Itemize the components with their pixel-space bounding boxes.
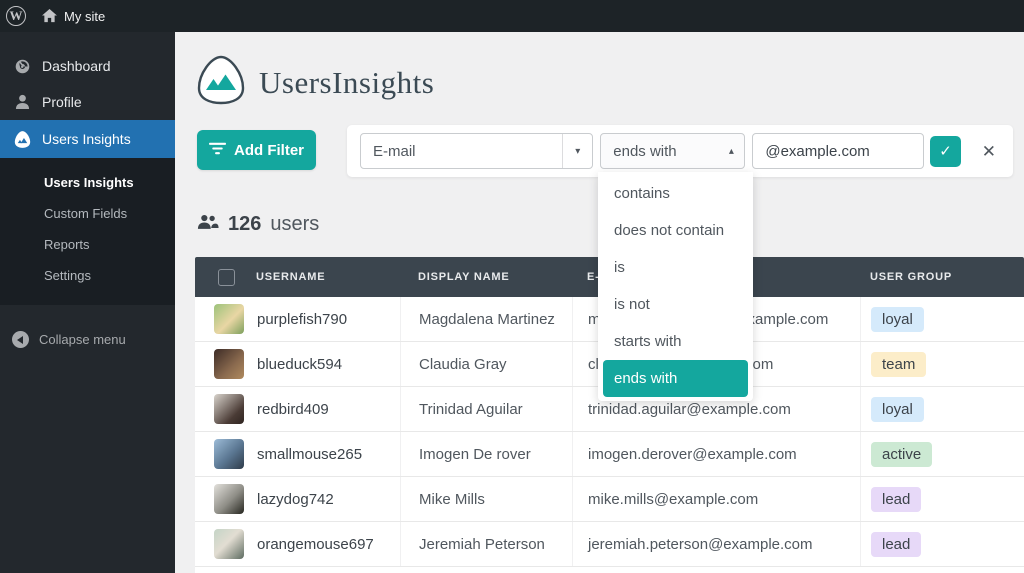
sidebar-item-label: Profile [42, 94, 82, 110]
users-insights-logo-mark [195, 54, 247, 111]
collapse-menu-label: Collapse menu [39, 332, 126, 347]
username-cell: lazydog742 [257, 490, 334, 508]
home-icon [42, 9, 57, 23]
operator-dropdown-menu: contains does not contain is is not star… [598, 172, 753, 401]
avatar [214, 439, 244, 469]
avatar [214, 304, 244, 334]
user-group-badge: team [871, 351, 927, 377]
username-cell: blueduck594 [257, 355, 343, 373]
sidebar-item-label: Users Insights [42, 131, 131, 147]
filter-operator-select[interactable]: ends with ▴ [600, 133, 746, 169]
filter-operator-value: ends with [613, 142, 677, 160]
admin-topbar: W My site [0, 0, 1024, 32]
display-name-cell: Imogen De rover [400, 432, 572, 476]
submenu-item-settings[interactable]: Settings [0, 260, 175, 291]
person-icon [12, 94, 32, 110]
filter-value-input[interactable] [752, 133, 925, 169]
user-group-badge: loyal [871, 306, 924, 332]
dashboard-icon [12, 58, 32, 75]
email-cell: jeremiah.peterson@example.com [572, 522, 860, 566]
dropdown-option-is[interactable]: is [598, 249, 753, 286]
username-cell: redbird409 [257, 400, 329, 418]
users-insights-logo-icon [12, 130, 32, 149]
remove-filter-button[interactable]: ✕ [978, 141, 1000, 162]
admin-sidebar: Dashboard Profile Users Insights Users I… [0, 32, 175, 573]
users-count: 126 users [197, 213, 319, 236]
username-cell: smallmouse265 [257, 445, 363, 463]
collapse-menu-button[interactable]: Collapse menu [0, 323, 175, 356]
check-icon: ✓ [939, 143, 952, 160]
brand-title: UsersInsights [259, 64, 435, 100]
column-header-user-group[interactable]: USER GROUP [860, 271, 1024, 283]
sidebar-item-label: Dashboard [42, 58, 111, 74]
users-group-icon [197, 214, 219, 235]
column-header-display-name[interactable]: DISPLAY NAME [400, 271, 572, 283]
apply-filter-button[interactable]: ✓ [930, 135, 961, 167]
dropdown-option-does-not-contain[interactable]: does not contain [598, 212, 753, 249]
display-name-cell: Jeremiah Peterson [400, 522, 572, 566]
submenu-item-reports[interactable]: Reports [0, 229, 175, 260]
submenu-item-custom-fields[interactable]: Custom Fields [0, 198, 175, 229]
close-icon: ✕ [981, 141, 996, 161]
filter-field-select[interactable]: E-mail ▾ [360, 133, 594, 169]
filter-icon [208, 141, 227, 160]
display-name-cell: Magdalena Martinez [400, 297, 572, 341]
add-filter-button[interactable]: Add Filter [197, 130, 316, 170]
user-group-badge: lead [871, 531, 922, 557]
submenu-item-users-insights[interactable]: Users Insights [0, 167, 175, 198]
wordpress-logo-icon[interactable]: W [0, 0, 32, 32]
site-name-label: My site [64, 8, 106, 24]
dropdown-option-ends-with[interactable]: ends with [603, 360, 748, 397]
table-row[interactable]: orangemouse697 Jeremiah Peterson jeremia… [195, 522, 1024, 567]
filter-field-value: E-mail [373, 142, 416, 160]
dropdown-option-contains[interactable]: contains [598, 175, 753, 212]
users-insights-submenu: Users Insights Custom Fields Reports Set… [0, 158, 175, 305]
username-cell: purplefish790 [257, 310, 348, 328]
display-name-cell: Claudia Gray [400, 342, 572, 386]
collapse-arrow-icon [12, 331, 29, 348]
column-header-username[interactable]: USERNAME [256, 271, 325, 283]
display-name-cell: Trinidad Aguilar [400, 387, 572, 431]
table-row[interactable]: smallmouse265 Imogen De rover imogen.der… [195, 432, 1024, 477]
email-cell: imogen.derover@example.com [572, 432, 860, 476]
username-cell: orangemouse697 [257, 535, 374, 553]
table-row[interactable]: lazydog742 Mike Mills mike.mills@example… [195, 477, 1024, 522]
brand-header: UsersInsights [195, 54, 434, 111]
dropdown-option-starts-with[interactable]: starts with [598, 323, 753, 360]
users-count-label: users [270, 213, 320, 235]
avatar [214, 529, 244, 559]
main-content: UsersInsights Add Filter E-mail ▾ ends w… [175, 32, 1024, 573]
sidebar-item-profile[interactable]: Profile [0, 84, 175, 120]
add-filter-label: Add Filter [234, 141, 304, 159]
avatar [214, 484, 244, 514]
sidebar-item-dashboard[interactable]: Dashboard [0, 48, 175, 84]
dropdown-option-is-not[interactable]: is not [598, 286, 753, 323]
avatar [214, 349, 244, 379]
my-site-link[interactable]: My site [32, 0, 115, 32]
users-count-number: 126 [228, 213, 262, 235]
filter-bar: E-mail ▾ ends with ▴ ✓ ✕ [347, 125, 1013, 177]
chevron-down-icon: ▾ [562, 134, 592, 168]
user-group-badge: active [871, 441, 933, 467]
chevron-up-icon: ▴ [728, 145, 734, 157]
email-cell: mike.mills@example.com [572, 477, 860, 521]
user-group-badge: lead [871, 486, 922, 512]
avatar [214, 394, 244, 424]
select-all-checkbox[interactable] [218, 268, 235, 286]
display-name-cell: Mike Mills [400, 477, 572, 521]
table-row-partial [195, 567, 1024, 573]
user-group-badge: loyal [871, 396, 924, 422]
sidebar-item-users-insights[interactable]: Users Insights [0, 120, 175, 158]
